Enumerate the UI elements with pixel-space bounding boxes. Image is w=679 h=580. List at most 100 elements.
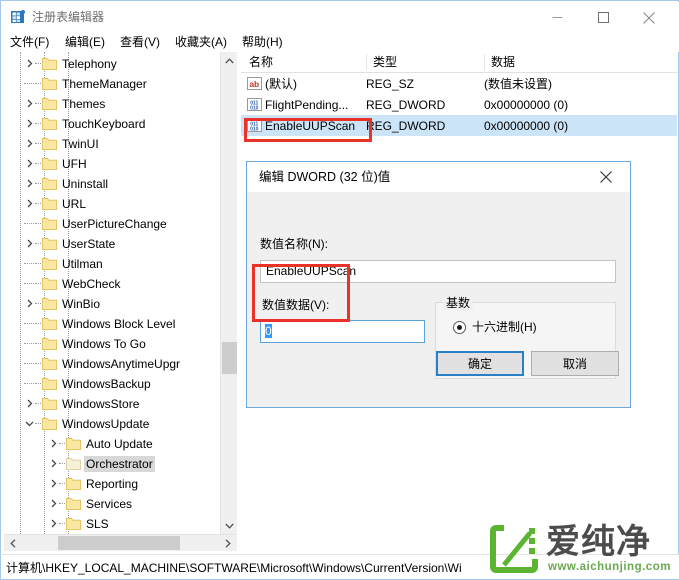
value-row[interactable]: 011 010 EnableUUPScan REG_DWORD 0x00000000 (… [241, 115, 677, 136]
tree-item-label: Themes [62, 97, 106, 111]
tree-guide-line [35, 223, 41, 225]
tree-item-label: ThemeManager [62, 77, 147, 91]
tree-item-services[interactable]: Services [4, 494, 220, 514]
tree-guide-line [24, 343, 34, 345]
tree-item-winbio[interactable]: WinBio [4, 294, 220, 314]
scroll-down-arrow[interactable] [221, 517, 237, 534]
folder-icon [42, 217, 57, 230]
registry-path: 计算机\HKEY_LOCAL_MACHINE\SOFTWARE\Microsof… [6, 561, 462, 575]
folder-icon [42, 397, 57, 410]
tree-item-ufh[interactable]: UFH [4, 154, 220, 174]
tree-item-label: Reporting [86, 477, 139, 491]
dword-value-icon: 011 010 [247, 118, 262, 133]
tree-item-windowsupdate[interactable]: WindowsUpdate [4, 414, 220, 434]
edit-dword-dialog: 编辑 DWORD (32 位)值 数值名称(N): EnableUUPScan … [246, 161, 631, 408]
tree-item-label: UFH [62, 157, 87, 171]
tree-guide-line [35, 403, 41, 405]
registry-tree[interactable]: Telephony ThemeManager Themes TouchKeyboard… [4, 52, 220, 534]
value-row[interactable]: ab (默认) REG_SZ (数值未设置) [241, 73, 677, 94]
tree-item-twinui[interactable]: TwinUI [4, 134, 220, 154]
tree-item-userstate[interactable]: UserState [4, 234, 220, 254]
tree-item-windows-to-go[interactable]: Windows To Go [4, 334, 220, 354]
tree-item-thememanager[interactable]: ThemeManager [4, 74, 220, 94]
value-name: EnableUUPScan [265, 119, 356, 133]
menu-item-1[interactable]: 编辑(E) [65, 34, 105, 50]
tree-item-sls[interactable]: SLS [4, 514, 220, 534]
value-name-input[interactable]: EnableUUPScan [260, 260, 616, 283]
tree-item-label: TouchKeyboard [62, 117, 146, 131]
tree-guide-line [35, 283, 41, 285]
watermark: 爱纯净 www.aichunjing.com [490, 521, 676, 577]
tree-guide-line [35, 343, 41, 345]
tree-guide-line [35, 263, 41, 265]
tree-guide-line [35, 163, 41, 165]
value-name-label: 数值名称(N): [260, 237, 328, 251]
tree-item-utilman[interactable]: Utilman [4, 254, 220, 274]
ok-button[interactable]: 确定 [436, 351, 524, 376]
tree-item-userpicturechange[interactable]: UserPictureChange [4, 214, 220, 234]
tree-item-auto-update[interactable]: Auto Update [4, 434, 220, 454]
registry-tree-pane[interactable]: Telephony ThemeManager Themes TouchKeyboard… [4, 52, 237, 553]
tree-item-label: URL [62, 197, 87, 211]
tree-item-themes[interactable]: Themes [4, 94, 220, 114]
folder-icon [42, 77, 57, 90]
tree-scroll-thumb[interactable] [222, 342, 237, 374]
tree-item-telephony[interactable]: Telephony [4, 54, 220, 74]
menu-item-2[interactable]: 查看(V) [120, 34, 160, 50]
tree-item-windowsstore[interactable]: WindowsStore [4, 394, 220, 414]
tree-item-label: WindowsUpdate [62, 417, 150, 431]
cancel-button[interactable]: 取消 [531, 351, 619, 376]
list-column-headers[interactable]: 名称 类型 数据 [241, 52, 677, 73]
tree-item-windowsbackup[interactable]: WindowsBackup [4, 374, 220, 394]
tree-vertical-scrollbar[interactable] [220, 52, 237, 534]
menu-item-0[interactable]: 文件(F) [10, 34, 49, 50]
folder-icon [42, 137, 57, 150]
column-header-1[interactable]: 类型 [366, 54, 484, 71]
string-value-icon: ab [247, 76, 262, 91]
tree-item-orchestrator[interactable]: Orchestrator [4, 454, 220, 474]
value-data-input[interactable]: 0 [260, 320, 425, 343]
tree-guide-line [35, 423, 41, 425]
scroll-left-arrow[interactable] [4, 535, 21, 551]
tree-guide-line [24, 263, 34, 265]
tree-item-url[interactable]: URL [4, 194, 220, 214]
tree-guide-line [35, 183, 41, 185]
tree-hscroll-thumb[interactable] [58, 536, 180, 550]
tree-item-uninstall[interactable]: Uninstall [4, 174, 220, 194]
close-button[interactable] [626, 3, 672, 32]
title-bar: 注册表编辑器 [2, 2, 679, 32]
column-header-0[interactable]: 名称 [241, 54, 366, 71]
folder-icon [42, 357, 57, 370]
tree-item-touchkeyboard[interactable]: TouchKeyboard [4, 114, 220, 134]
tree-item-label: WindowsAnytimeUpgr [62, 357, 181, 371]
column-header-2[interactable]: 数据 [484, 54, 677, 71]
tree-guide-line [35, 363, 41, 365]
scroll-up-arrow[interactable] [221, 52, 237, 69]
menu-item-3[interactable]: 收藏夹(A) [175, 34, 227, 50]
tree-item-webcheck[interactable]: WebCheck [4, 274, 220, 294]
tree-item-label: Windows Block Level [62, 317, 176, 331]
tree-item-reporting[interactable]: Reporting [4, 474, 220, 494]
minimize-button[interactable] [534, 3, 580, 32]
tree-item-windowsanytimeupgr[interactable]: WindowsAnytimeUpgr [4, 354, 220, 374]
tree-item-label: WebCheck [62, 277, 121, 291]
menu-item-4[interactable]: 帮助(H) [242, 34, 283, 50]
tree-horizontal-scrollbar[interactable] [4, 534, 237, 551]
aichunjing-logo-icon [490, 525, 538, 573]
folder-icon [42, 377, 57, 390]
value-name: (默认) [265, 77, 297, 91]
value-type: REG_SZ [366, 77, 415, 91]
folder-icon [42, 237, 57, 250]
tree-item-windows-block-level[interactable]: Windows Block Level [4, 314, 220, 334]
value-row[interactable]: 011 010 FlightPending... REG_DWORD 0x0000000… [241, 94, 677, 115]
tree-guide-line [35, 123, 41, 125]
folder-icon [66, 477, 81, 490]
tree-guide-line [24, 383, 34, 385]
maximize-button[interactable] [580, 3, 626, 32]
dialog-close-icon[interactable] [584, 162, 628, 191]
value-data: 0x00000000 (0) [484, 98, 569, 112]
radio-hexadecimal[interactable]: 十六进制(H) [453, 319, 537, 335]
scroll-right-arrow[interactable] [219, 535, 236, 551]
svg-text:010: 010 [250, 105, 259, 111]
folder-icon [42, 197, 57, 210]
